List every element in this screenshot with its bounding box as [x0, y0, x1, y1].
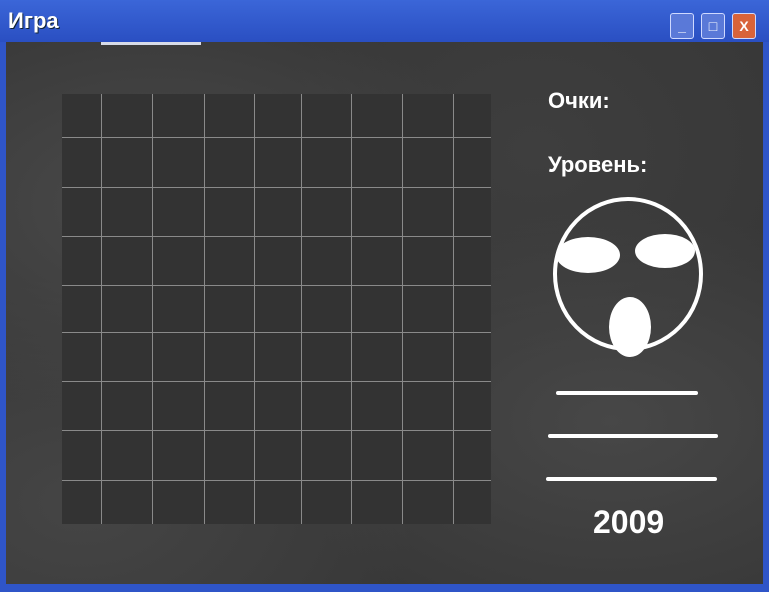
- game-area: Очки: Уровень: 2009: [6, 42, 763, 584]
- close-button[interactable]: X: [732, 13, 756, 39]
- grid-line: [453, 94, 454, 524]
- progress-bar: [101, 42, 201, 45]
- grid-line: [301, 94, 302, 524]
- divider-line: [546, 477, 717, 481]
- grid-line: [152, 94, 153, 524]
- game-board[interactable]: [62, 94, 491, 524]
- grid-line: [62, 137, 491, 138]
- title-bar[interactable]: Игра _ □ X: [0, 0, 769, 42]
- grid-line: [62, 285, 491, 286]
- grid-line: [62, 332, 491, 333]
- level-label: Уровень:: [548, 152, 648, 177]
- screaming-face-icon: [553, 197, 703, 357]
- divider-line: [548, 434, 718, 438]
- score-label: Очки:: [548, 88, 610, 113]
- grid-line: [101, 94, 102, 524]
- grid-line: [62, 381, 491, 382]
- grid-line: [402, 94, 403, 524]
- minimize-button[interactable]: _: [670, 13, 694, 39]
- grid-line: [62, 430, 491, 431]
- grid-line: [204, 94, 205, 524]
- maximize-button[interactable]: □: [701, 13, 725, 39]
- grid-line: [351, 94, 352, 524]
- divider-line: [556, 391, 698, 395]
- grid-line: [62, 187, 491, 188]
- grid-line: [62, 480, 491, 481]
- game-window: Игра _ □ X Очки: Уровень: 2009: [0, 0, 769, 592]
- grid-line: [62, 236, 491, 237]
- year-text: 2009: [593, 504, 665, 540]
- grid-line: [254, 94, 255, 524]
- window-title: Игра: [8, 8, 59, 33]
